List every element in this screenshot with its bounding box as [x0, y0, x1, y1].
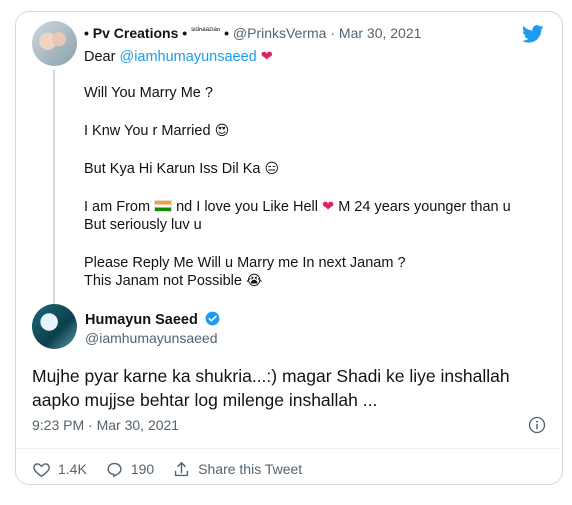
crying-emoji: 😭: [246, 273, 263, 289]
parent-author-name-tiny: ˢᶦᵈⁿᵃᵃᶻᶦᵃⁿ: [191, 25, 221, 35]
red-heart-emoji: ❤: [322, 199, 335, 215]
parent-line1-prefix: Dear: [84, 49, 120, 65]
parent-tweet-text: Dear @iamhumayunsaeed ❤ Will You Marry M…: [84, 48, 544, 290]
main-tweet-text: Mujhe pyar karne ka shukria...:) magar S…: [32, 364, 552, 412]
expressionless-emoji: 😑: [264, 161, 280, 177]
tweet-date: Mar 30, 2021: [96, 417, 180, 433]
main-author-name-row: Humayun Saeed: [85, 311, 220, 328]
heart-eyes-emoji: 😍: [214, 123, 230, 139]
timestamp-separator: ·: [88, 417, 93, 433]
mention-link[interactable]: @iamhumayunsaeed: [119, 49, 256, 65]
info-icon[interactable]: [528, 416, 546, 434]
verified-badge-icon: [205, 311, 220, 326]
main-author-handle[interactable]: @iamhumayunsaeed: [85, 330, 218, 346]
parent-line5-c: M 24 years younger than u: [334, 199, 511, 215]
embedded-tweet-card[interactable]: • Pv Creations • ˢᶦᵈⁿᵃᵃᶻᶦᵃⁿ • @PrinksVer…: [15, 11, 563, 485]
parent-author-name-suffix: •: [224, 25, 229, 41]
thread-connector-line: [53, 70, 55, 308]
red-heart-emoji: ❤: [260, 49, 273, 65]
parent-author-avatar[interactable]: [32, 21, 77, 66]
share-button[interactable]: Share this Tweet: [172, 460, 302, 479]
parent-header-separator: ·: [330, 25, 336, 41]
main-text-line1: Mujhe pyar karne ka shukria...:) magar S…: [32, 366, 510, 386]
reply-count: 190: [130, 461, 155, 477]
parent-author-name[interactable]: • Pv Creations •: [84, 25, 187, 41]
heart-icon: [33, 462, 50, 477]
actions-divider: [16, 448, 562, 449]
parent-line2: Will You Marry Me ?: [84, 85, 213, 101]
main-author-avatar[interactable]: [32, 304, 77, 349]
parent-line5-a: I am From: [84, 199, 155, 215]
like-count: 1.4K: [58, 461, 87, 477]
main-text-line2: aapko mujjse behtar log milenge inshalla…: [32, 390, 378, 410]
like-button[interactable]: 1.4K: [32, 460, 87, 479]
parent-line7: Please Reply Me Will u Marry me In next …: [84, 255, 406, 271]
india-flag-emoji: [154, 200, 173, 212]
reply-icon: [107, 462, 122, 477]
parent-line3: I Knw You r Married: [84, 123, 211, 139]
parent-line6: But seriously luv u: [84, 217, 202, 233]
parent-line4: But Kya Hi Karun Iss Dil Ka: [84, 161, 261, 177]
parent-line8: This Janam not Possible: [84, 273, 242, 289]
tweet-actions-bar: 1.4K 190 Share this Tweet: [32, 459, 320, 479]
share-icon: [175, 461, 189, 476]
twitter-bird-icon[interactable]: [520, 23, 546, 45]
tweet-timestamp[interactable]: 9:23 PM · Mar 30, 2021: [32, 417, 179, 433]
reply-button[interactable]: 190: [105, 460, 154, 479]
parent-line5-b: nd I love you Like Hell: [172, 199, 323, 215]
tweet-time: 9:23 PM: [32, 417, 85, 433]
parent-tweet-date[interactable]: Mar 30, 2021: [339, 25, 422, 41]
parent-author-handle[interactable]: @PrinksVerma: [233, 25, 327, 41]
share-label: Share this Tweet: [198, 461, 303, 477]
parent-tweet-header: • Pv Creations • ˢᶦᵈⁿᵃᵃᶻᶦᵃⁿ • @PrinksVer…: [84, 25, 421, 41]
main-author-name[interactable]: Humayun Saeed: [85, 312, 198, 328]
